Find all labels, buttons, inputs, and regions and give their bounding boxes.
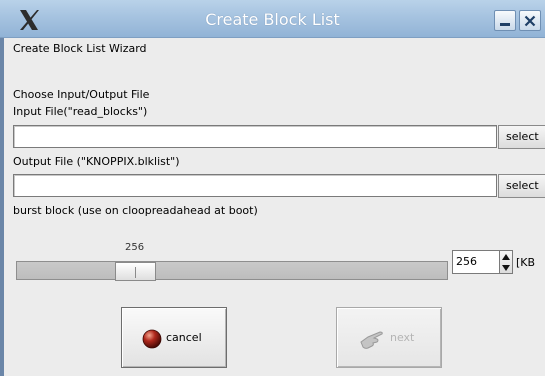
burst-slider-track[interactable] — [16, 261, 448, 280]
spin-up-icon[interactable] — [502, 254, 510, 260]
title-bar[interactable]: Create Block List — [0, 0, 545, 38]
section-label: Choose Input/Output File — [13, 88, 150, 101]
minimize-button[interactable] — [494, 10, 516, 31]
output-file-label: Output File ("KNOPPIX.blklist") — [13, 155, 180, 168]
window-title: Create Block List — [205, 10, 340, 29]
close-icon — [524, 15, 536, 27]
red-ball-icon — [142, 329, 162, 349]
wizard-heading: Create Block List Wizard — [13, 42, 147, 55]
cancel-button[interactable]: cancel — [121, 307, 227, 368]
slider-value-label: 256 — [125, 242, 145, 253]
next-label: next — [390, 331, 415, 344]
unit-label: [KB — [516, 256, 536, 269]
next-button[interactable]: next — [336, 307, 442, 368]
output-select-button[interactable]: select — [498, 174, 545, 198]
window-frame — [0, 38, 4, 376]
input-file-label: Input File("read_blocks") — [13, 105, 148, 118]
spin-down-icon[interactable] — [502, 265, 510, 271]
minimize-icon — [500, 23, 510, 26]
hand-pointer-icon — [360, 331, 383, 349]
burst-block-label: burst block (use on cloopreadahead at bo… — [13, 204, 258, 217]
input-select-button[interactable]: select — [498, 125, 545, 149]
burst-slider-handle[interactable] — [115, 262, 156, 281]
input-file-field[interactable] — [13, 125, 497, 148]
spin-buttons[interactable] — [500, 250, 513, 274]
output-file-field[interactable] — [13, 174, 497, 197]
burst-spin-input[interactable]: 256 — [452, 250, 500, 274]
cancel-label: cancel — [166, 331, 202, 344]
close-button[interactable] — [519, 10, 541, 31]
